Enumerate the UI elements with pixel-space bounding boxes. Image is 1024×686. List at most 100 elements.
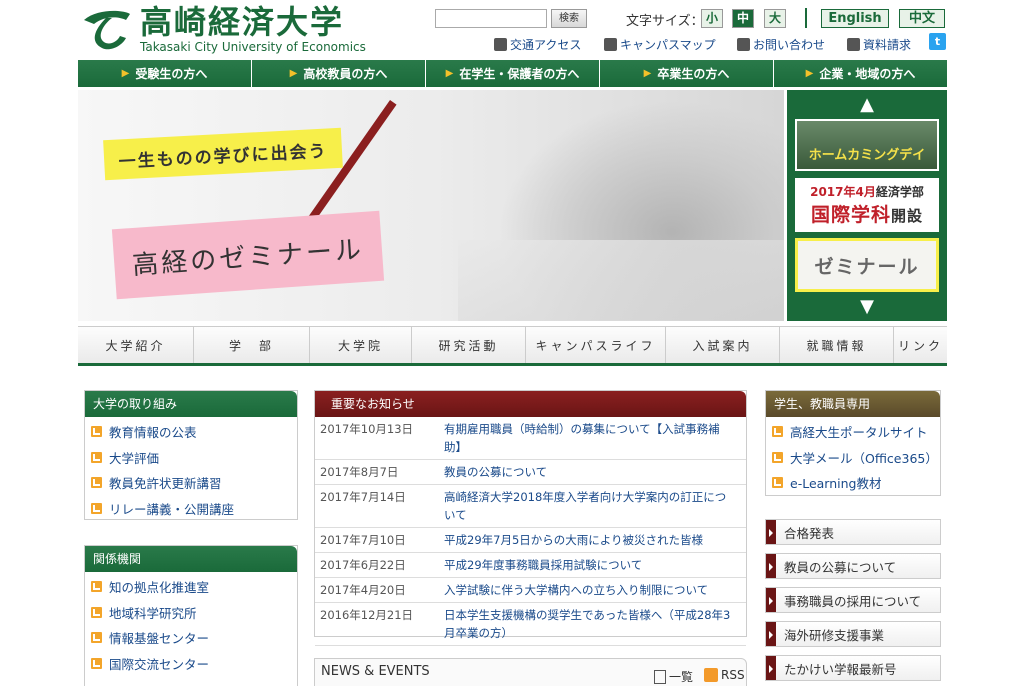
main-nav: 大学紹介 学 部 大学院 研究活動 キャンパスライフ 入試案内 就職情報 リンク — [78, 326, 947, 366]
search-input[interactable] — [435, 9, 547, 28]
staff-list-item[interactable]: e-Learning教材 — [766, 470, 940, 496]
table-row: 2017年6月22日 平成29年度事務職員採用試験について — [315, 552, 746, 578]
notice-link[interactable]: 日本学生支援機構の奨学生であった皆様へ（平成28年3月卒業の方） — [439, 602, 746, 646]
nav-links[interactable]: リンク — [894, 327, 947, 363]
link-arrow-icon — [772, 451, 783, 463]
affiliated-orgs-box: 関係機関 知の拠点化推進室 地域科学研究所 情報基盤センター 国際交流センター — [84, 545, 298, 686]
audience-nav-label: 受験生の方へ — [135, 67, 208, 81]
link-arrow-icon — [772, 477, 783, 489]
audience-nav-students-parents[interactable]: ▶ 在学生・保護者の方へ — [426, 60, 600, 87]
staff-list-item-label: 高経大生ポータルサイト — [790, 425, 928, 441]
news-list-link-label: 一覧 — [669, 670, 694, 684]
notices-table: 2017年10月13日 有期雇用職員（時給制）の募集について【入試事務補助】 20… — [315, 417, 746, 646]
link-arrow-icon — [91, 502, 102, 514]
link-arrow-icon — [91, 632, 102, 644]
notice-date: 2017年8月7日 — [315, 459, 439, 485]
staff-list-item[interactable]: 大学メール（Office365） — [766, 445, 940, 471]
homecoming-day-banner[interactable]: ホームカミングデイ — [795, 119, 939, 171]
right-link-label: 事務職員の採用について — [784, 593, 922, 609]
nav-graduate[interactable]: 大学院 — [310, 327, 412, 363]
left-list-item[interactable]: リレー講義・公開講座 — [85, 496, 297, 522]
audience-nav-alumni[interactable]: ▶ 卒業生の方へ — [600, 60, 774, 87]
audience-nav-hs-teachers[interactable]: ▶ 高校教員の方へ — [252, 60, 426, 87]
intl-banner-dept: 国際学科 — [810, 204, 891, 226]
right-link-item[interactable]: たかけい学報最新号 — [765, 655, 941, 681]
nav-research[interactable]: 研究活動 — [412, 327, 526, 363]
right-link-label: 海外研修支援事業 — [784, 627, 885, 643]
notice-link[interactable]: 有期雇用職員（時給制）の募集について【入試事務補助】 — [439, 417, 746, 460]
news-events-title: NEWS & EVENTS — [321, 664, 430, 679]
campus-map-link[interactable]: キャンパスマップ — [604, 36, 716, 53]
university-name-title[interactable]: 高崎経済大学 — [140, 4, 344, 40]
right-link-item[interactable]: 合格発表 — [765, 519, 941, 545]
right-link-item[interactable]: 海外研修支援事業 — [765, 621, 941, 647]
nav-admissions[interactable]: 入試案内 — [666, 327, 780, 363]
search-button[interactable]: 検索 — [551, 9, 587, 28]
left-list-item-label: 地域科学研究所 — [109, 605, 197, 621]
intl-banner-date: 2017年4月 — [810, 185, 876, 199]
notice-link[interactable]: 入学試験に伴う大学構内への立ち入り制限について — [439, 577, 746, 603]
notice-link[interactable]: 高崎経済大学2018年度入学者向け大学案内の訂正について — [439, 484, 746, 528]
left-list-item[interactable]: 知の拠点化推進室 — [85, 574, 297, 600]
table-row: 2017年7月14日 高崎経済大学2018年度入学者向け大学案内の訂正について — [315, 484, 746, 528]
contact-link[interactable]: お問い合わせ — [737, 36, 825, 53]
carousel-up-arrow-icon[interactable]: ▲ — [857, 94, 877, 115]
arrow-right-icon — [766, 520, 776, 544]
request-materials-link-label: 資料請求 — [863, 38, 912, 52]
font-size-small-button[interactable]: 小 — [701, 9, 723, 28]
list-icon — [654, 669, 666, 684]
rss-icon — [704, 668, 718, 682]
left-list-item[interactable]: 教員免許状更新講習 — [85, 470, 297, 496]
left-list-item[interactable]: 地域科学研究所 — [85, 600, 297, 626]
english-language-button[interactable]: English — [821, 9, 889, 28]
arrow-right-icon — [766, 622, 776, 646]
left-list-item[interactable]: 国際交流センター — [85, 651, 297, 677]
news-list-link[interactable]: 一覧 — [654, 668, 693, 685]
carousel-down-arrow-icon[interactable]: ▼ — [857, 296, 877, 317]
bus-icon — [494, 38, 507, 51]
seminar-banner[interactable]: ゼミナール — [795, 238, 939, 292]
arrow-right-icon — [766, 656, 776, 680]
nav-careers[interactable]: 就職情報 — [780, 327, 894, 363]
twitter-icon[interactable]: t — [929, 33, 946, 50]
staff-list-item[interactable]: 高経大生ポータルサイト — [766, 419, 940, 445]
table-row: 2017年7月10日 平成29年7月5日からの大雨により被災された皆様 — [315, 527, 746, 553]
initiatives-box-title: 大学の取り組み — [85, 391, 297, 417]
access-link[interactable]: 交通アクセス — [494, 36, 581, 53]
nav-faculties[interactable]: 学 部 — [194, 327, 310, 363]
university-logo-mark-icon[interactable] — [80, 6, 132, 52]
left-list-item-label: 知の拠点化推進室 — [109, 580, 210, 596]
nav-campus-life[interactable]: キャンパスライフ — [526, 327, 666, 363]
nav-about[interactable]: 大学紹介 — [78, 327, 194, 363]
university-name-subtitle: Takasaki City University of Economics — [140, 40, 366, 54]
left-list-item[interactable]: 大学評価 — [85, 445, 297, 471]
rss-link-label: RSS — [721, 668, 745, 682]
right-link-item[interactable]: 教員の公募について — [765, 553, 941, 579]
notice-link[interactable]: 教員の公募について — [439, 459, 746, 485]
left-list-item[interactable]: 教育情報の公表 — [85, 419, 297, 445]
arrow-right-icon — [766, 554, 776, 578]
request-materials-link[interactable]: 資料請求 — [847, 36, 911, 53]
notice-date: 2017年10月13日 — [315, 417, 439, 460]
hero-banner[interactable]: 一生ものの学びに出会う 高経のゼミナール — [78, 90, 784, 321]
right-link-label: 教員の公募について — [784, 559, 897, 575]
font-size-large-button[interactable]: 大 — [764, 9, 786, 28]
link-arrow-icon — [91, 477, 102, 489]
notice-date: 2017年7月14日 — [315, 484, 439, 528]
notice-link[interactable]: 平成29年7月5日からの大雨により被災された皆様 — [439, 527, 746, 553]
audience-nav-prospective[interactable]: ▶ 受験生の方へ — [78, 60, 252, 87]
left-list-item-label: 情報基盤センター — [109, 631, 210, 647]
link-arrow-icon — [91, 581, 102, 593]
font-size-medium-button[interactable]: 中 — [732, 9, 754, 28]
notice-link[interactable]: 平成29年度事務職員採用試験について — [439, 552, 746, 578]
chinese-language-button[interactable]: 中文 — [899, 9, 945, 28]
audience-nav-label: 高校教員の方へ — [303, 67, 388, 81]
arrow-right-icon: ▶ — [289, 68, 298, 79]
rss-link[interactable]: RSS — [704, 668, 745, 682]
right-link-item[interactable]: 事務職員の採用について — [765, 587, 941, 613]
audience-nav-business[interactable]: ▶ 企業・地域の方へ — [774, 60, 947, 87]
international-dept-banner[interactable]: 2017年4月経済学部 国際学科開設 — [795, 178, 939, 232]
left-list-item[interactable]: 情報基盤センター — [85, 625, 297, 651]
link-arrow-icon — [91, 657, 102, 669]
audience-nav-label: 在学生・保護者の方へ — [459, 67, 580, 81]
